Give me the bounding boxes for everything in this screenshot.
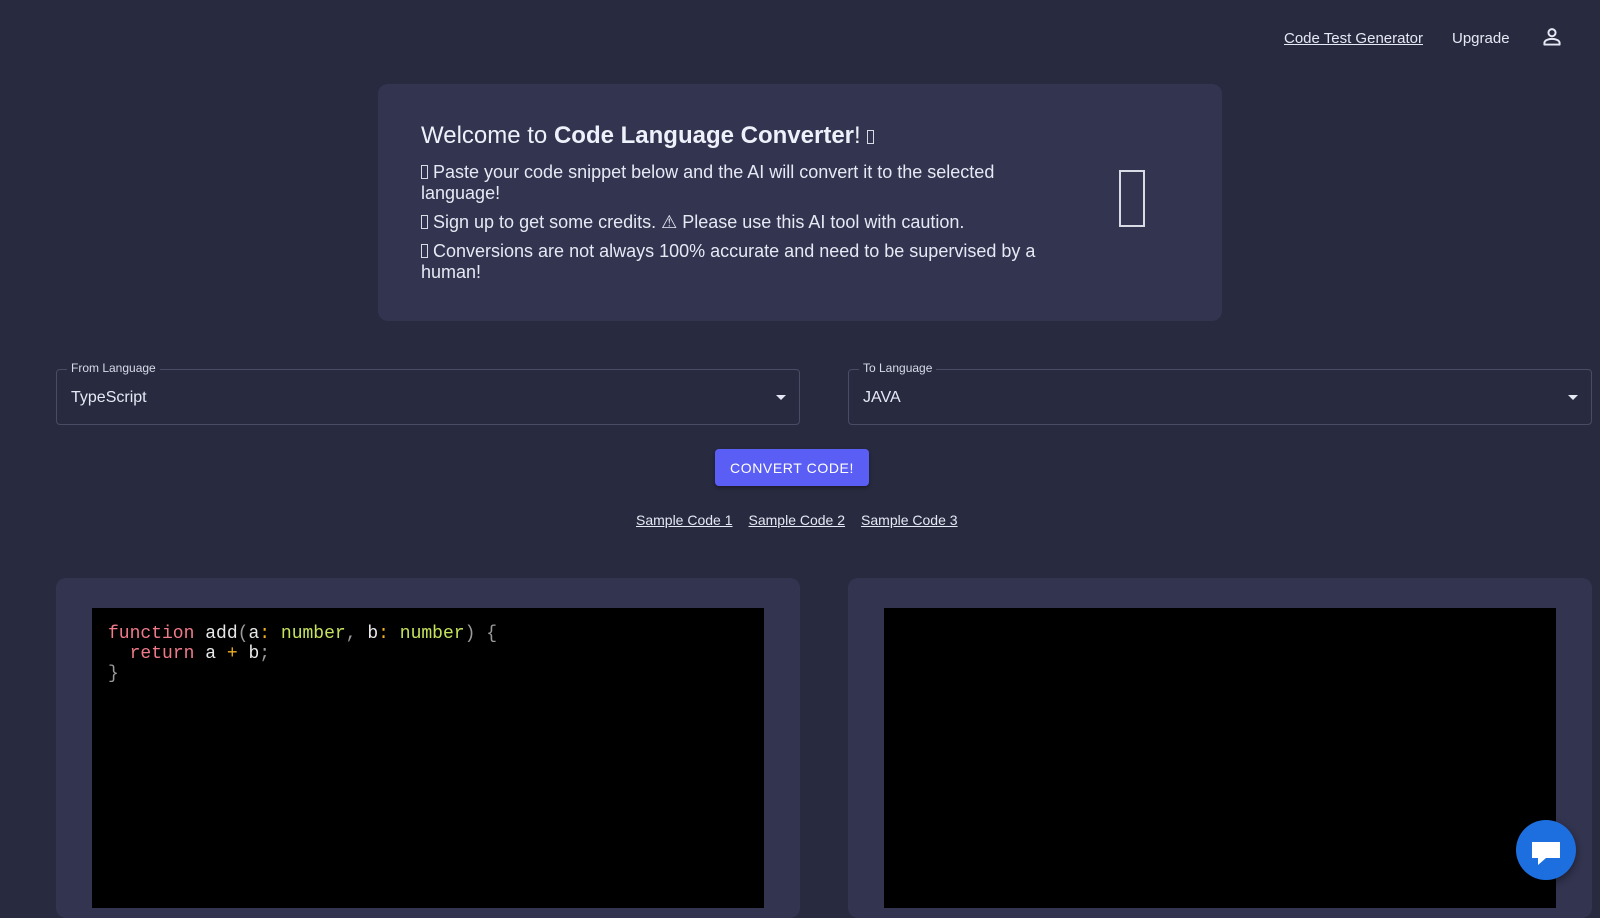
sample-code-3-link[interactable]: Sample Code 3 — [861, 512, 958, 528]
from-language-value: TypeScript — [71, 389, 147, 406]
chevron-down-icon — [776, 395, 786, 400]
welcome-title-prefix: Welcome to — [421, 122, 548, 149]
to-language-value: JAVA — [863, 389, 901, 406]
welcome-lines: Paste your code snippet below and the AI… — [421, 162, 1061, 291]
output-panel — [848, 578, 1592, 918]
welcome-line-1-text: Paste your code snippet below and the AI… — [421, 162, 995, 203]
code-type: number — [399, 624, 465, 644]
code-keyword: function — [108, 624, 195, 644]
welcome-title: Welcome to Code Language Converter! — [421, 122, 879, 150]
code-param: b — [367, 624, 379, 644]
output-code-editor[interactable] — [884, 608, 1556, 908]
input-code: function add(a: number, b: number) { ret… — [108, 624, 498, 684]
welcome-line-3: Conversions are not always 100% accurate… — [421, 241, 1061, 283]
code-keyword: return — [129, 644, 195, 664]
chevron-down-icon — [1568, 395, 1578, 400]
sample-code-1-link[interactable]: Sample Code 1 — [636, 512, 733, 528]
input-panel: function add(a: number, b: number) { ret… — [56, 578, 800, 918]
to-language-label: To Language — [859, 361, 937, 375]
input-code-editor[interactable]: function add(a: number, b: number) { ret… — [92, 608, 764, 908]
key-icon — [421, 215, 428, 229]
from-language-select[interactable]: From Language TypeScript — [56, 361, 800, 425]
welcome-line-3-text: Conversions are not always 100% accurate… — [421, 241, 1036, 282]
welcome-line-2-text: Sign up to get some credits. ⚠ Please us… — [433, 212, 965, 232]
sample-code-2-link[interactable]: Sample Code 2 — [749, 512, 846, 528]
code-param: a — [248, 624, 260, 644]
welcome-line-1: Paste your code snippet below and the AI… — [421, 162, 1061, 204]
account-icon[interactable] — [1539, 24, 1565, 50]
placeholder-glyph-icon — [1119, 170, 1145, 227]
nav-code-test-generator[interactable]: Code Test Generator — [1284, 30, 1423, 47]
nav-upgrade[interactable]: Upgrade — [1452, 30, 1510, 47]
sample-links: Sample Code 1 Sample Code 2 Sample Code … — [636, 512, 958, 528]
welcome-title-brand: Code Language Converter — [553, 122, 854, 149]
convert-code-button[interactable]: CONVERT CODE! — [715, 449, 869, 486]
sparkle-icon — [867, 130, 875, 144]
code-function-name: add — [205, 624, 238, 644]
welcome-title-suffix: ! — [854, 122, 861, 149]
code-identifier: a — [205, 644, 217, 664]
code-operator: + — [226, 644, 238, 664]
robot-icon — [421, 244, 428, 258]
to-language-select[interactable]: To Language JAVA — [848, 361, 1592, 425]
code-type: number — [280, 624, 346, 644]
welcome-line-2: Sign up to get some credits. ⚠ Please us… — [421, 212, 1061, 233]
chat-bubble-icon[interactable] — [1516, 820, 1576, 880]
code-identifier: b — [248, 644, 260, 664]
welcome-card: Welcome to Code Language Converter! Past… — [378, 84, 1222, 321]
pencil-icon — [421, 165, 428, 179]
from-language-label: From Language — [67, 361, 160, 375]
